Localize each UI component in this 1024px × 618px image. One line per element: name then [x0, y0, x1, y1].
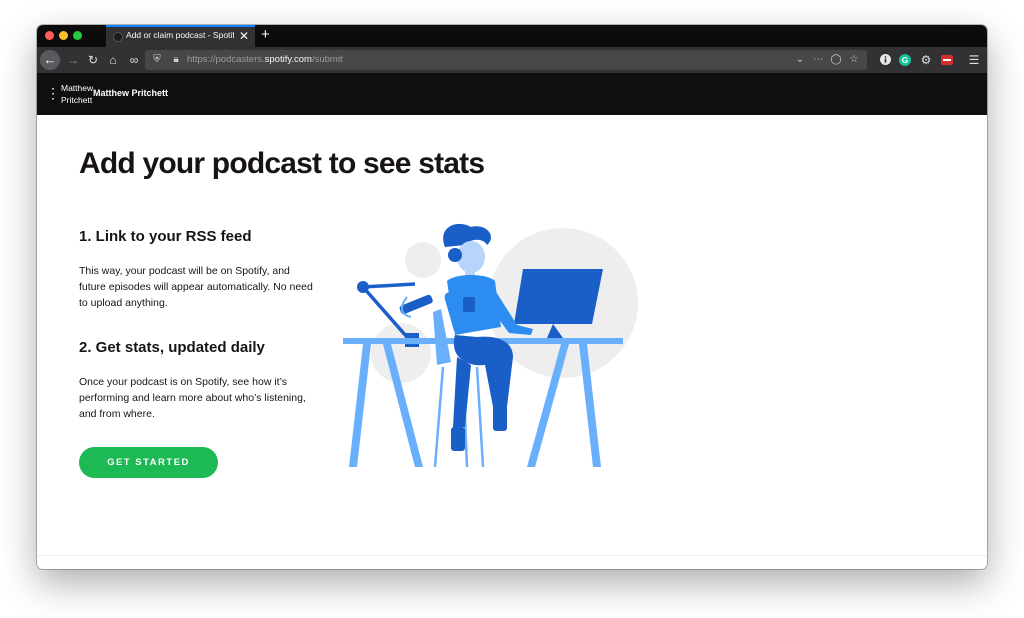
forward-icon[interactable]: →: [63, 50, 83, 70]
person-leg-back: [453, 357, 471, 427]
step1-title: 1. Link to your RSS feed: [79, 228, 252, 245]
url-text[interactable]: https://podcasters.spotify.com/submit: [187, 54, 343, 65]
person-shoe: [451, 427, 465, 451]
monitor-screen: [514, 269, 603, 324]
minimize-window-button[interactable]: [59, 31, 68, 40]
step2-description: Once your podcast is on Spotify, see how…: [79, 376, 306, 420]
settings-icon[interactable]: ⚙: [916, 50, 936, 70]
reader-icon[interactable]: ∞: [124, 50, 144, 70]
navigation-toolbar: ← → ↻ ⌂ ∞ ⛨ 🔒︎ https://podcasters.spotif…: [37, 47, 987, 73]
user-name[interactable]: Matthew Pritchett: [93, 88, 168, 98]
main-content: Add your podcast to see stats 1. Link to…: [37, 115, 987, 569]
bookmark-star-icon[interactable]: ☆: [847, 50, 861, 70]
reload-icon[interactable]: ↻: [83, 50, 103, 70]
person-shoe: [493, 405, 507, 431]
menu-icon[interactable]: ☰: [964, 50, 984, 70]
pocket-icon[interactable]: ◯: [829, 50, 843, 70]
dropdown-icon[interactable]: ⌄: [793, 50, 807, 70]
url-host: spotify.com: [264, 54, 312, 65]
close-tab-icon[interactable]: ✕: [239, 28, 249, 44]
kebab-icon[interactable]: ⋮: [46, 86, 60, 100]
get-started-button[interactable]: GET STARTED: [79, 447, 218, 478]
tab-strip: Add or claim podcast - Spotify ✕ +: [37, 25, 987, 47]
podcaster-illustration: [343, 223, 638, 467]
shield-icon[interactable]: ⛨: [150, 50, 164, 70]
url-bar[interactable]: ⛨ 🔒︎ https://podcasters.spotify.com/subm…: [145, 50, 867, 70]
app-header: ⋮ Matthew Pritchett Matthew Pritchett: [37, 73, 987, 115]
step2-title: 2. Get stats, updated daily: [79, 339, 265, 356]
extension-icon[interactable]: [937, 50, 957, 70]
close-window-button[interactable]: [45, 31, 54, 40]
tab-active[interactable]: Add or claim podcast - Spotify ✕: [106, 25, 255, 47]
info-icon[interactable]: [875, 50, 895, 70]
url-prefix: https://podcasters.: [187, 54, 265, 65]
step1-description: This way, your podcast will be on Spotif…: [79, 265, 313, 309]
tab-title: Add or claim podcast - Spotify: [126, 30, 234, 40]
microphone: [399, 294, 433, 315]
more-icon[interactable]: ⋯: [811, 50, 825, 70]
bg-circle-small: [405, 242, 441, 278]
page-title: Add your podcast to see stats: [79, 147, 485, 180]
desk-leg: [349, 344, 371, 467]
coffee-mug: [463, 297, 475, 312]
chair-back: [433, 309, 451, 365]
person-hair-side: [448, 248, 462, 262]
grammarly-icon[interactable]: G: [895, 50, 915, 70]
svg-text:G: G: [902, 56, 908, 65]
zoom-window-button[interactable]: [73, 31, 82, 40]
spotify-favicon-icon: [113, 32, 123, 42]
lock-icon[interactable]: 🔒︎: [169, 50, 183, 70]
home-icon[interactable]: ⌂: [103, 50, 123, 70]
back-icon[interactable]: ←: [40, 50, 60, 70]
browser-window: Add or claim podcast - Spotify ✕ + ← → ↻…: [37, 25, 987, 569]
footer-divider: [37, 555, 987, 556]
url-path: /submit: [311, 54, 343, 65]
new-tab-button[interactable]: +: [261, 25, 270, 45]
